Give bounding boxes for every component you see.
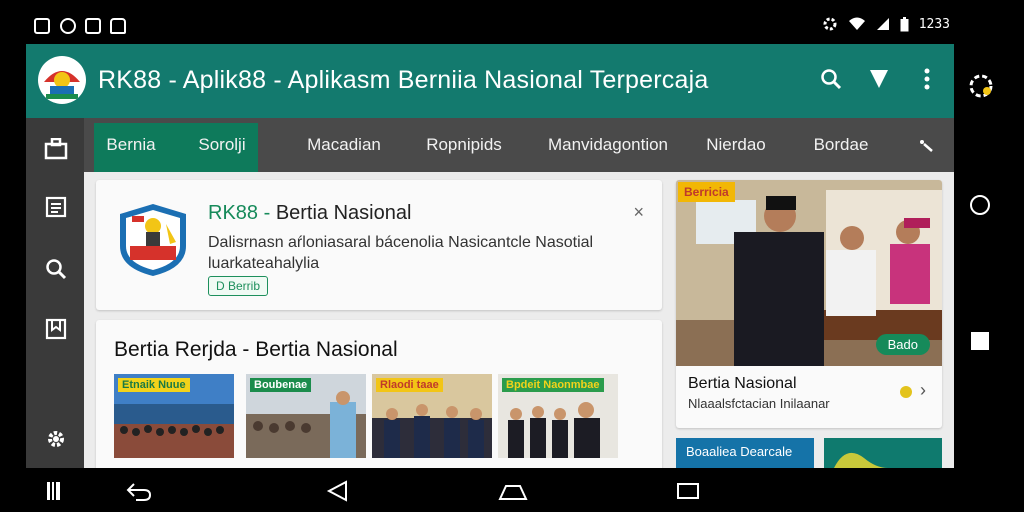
section-card: Bertia Rerjda - Bertia Nasional Etnaik N…: [96, 320, 662, 468]
gear-icon[interactable]: [43, 426, 69, 452]
notice-description: Dalisrnasn aŕloniasaral bácenolia Nasica…: [208, 234, 594, 272]
tab-bar: Bernia Sorolji Macadian Ropnipids Manvid…: [84, 118, 954, 172]
thumbnail-label: Boubenae: [250, 378, 312, 392]
notice-title-rest: Bertia Nasional: [275, 202, 412, 224]
notice-title: RK88 - Bertia Nasional: [208, 202, 411, 225]
app-logo[interactable]: [38, 56, 86, 104]
app-actions: [818, 66, 940, 92]
close-icon[interactable]: ×: [633, 202, 644, 223]
bottom-card-art: [834, 452, 888, 468]
chevron-right-icon[interactable]: ›: [920, 380, 926, 401]
briefcase-icon[interactable]: [43, 136, 69, 162]
recents-square-icon[interactable]: [969, 330, 991, 352]
tab-sorolji[interactable]: Sorolji: [182, 118, 262, 172]
tab-bordae[interactable]: Bordae: [796, 118, 886, 172]
feature-title: Bertia Nasional: [688, 375, 797, 392]
news-thumbnail[interactable]: Boubenae: [246, 374, 366, 458]
settings-icon: [60, 18, 76, 34]
logo-emblem: [39, 57, 85, 103]
image-icon: [85, 18, 101, 34]
feature-subtitle: Nlaaalsfctacian Inilaanar: [688, 396, 830, 411]
system-bottom-nav: [0, 468, 1024, 512]
section-title: Bertia Rerjda - Bertia Nasional: [114, 338, 398, 361]
app-window: RK88 - Aplik88 - Aplikasm Berniia Nasion…: [26, 44, 954, 468]
system-right-column: [954, 44, 1024, 468]
notice-card[interactable]: RK88 - Bertia Nasional Dalisrnasn aŕloni…: [96, 180, 662, 310]
back-triangle-icon[interactable]: [326, 480, 350, 502]
tab-bernia[interactable]: Bernia: [94, 118, 168, 172]
tab-ropnipids[interactable]: Ropnipids: [404, 118, 524, 172]
news-thumbnail[interactable]: Bpdeit Naonmbae: [498, 374, 618, 458]
tab-overflow-icon[interactable]: [918, 136, 936, 159]
notice-title-accent: RK88 -: [208, 202, 271, 224]
bottom-card[interactable]: [824, 438, 942, 468]
list-icon[interactable]: [43, 194, 69, 220]
app-bar: RK88 - Aplik88 - Aplikasm Berniia Nasion…: [26, 44, 954, 118]
bookmark-icon[interactable]: [43, 316, 69, 342]
thumbnail-label: Rlaodi taae: [376, 378, 443, 392]
return-icon[interactable]: [126, 480, 152, 502]
notice-badge[interactable]: D Berrib: [208, 276, 269, 296]
tab-manvidagontion[interactable]: Manvidagontion: [532, 118, 684, 172]
signal-icon: [876, 18, 889, 30]
status-bar: 1233: [0, 0, 1024, 44]
wifi-icon: [848, 17, 865, 30]
mail-icon: [110, 18, 126, 34]
notice-logo: [116, 202, 190, 278]
more-vertical-icon[interactable]: [914, 66, 940, 92]
news-thumbnail[interactable]: Rlaodi taae: [372, 374, 492, 458]
bottom-card[interactable]: Boaaliea Dearcale: [676, 438, 814, 468]
news-thumbnail[interactable]: Etnaik Nuue: [114, 374, 234, 458]
nav-rail: [26, 118, 84, 468]
filter-icon[interactable]: [866, 66, 892, 92]
chrome-icon[interactable]: [969, 74, 993, 98]
status-dot-icon: [900, 386, 912, 398]
thumbnail-label: Etnaik Nuue: [118, 378, 190, 392]
feature-image: Berricia Bado: [676, 180, 942, 366]
barcode-icon[interactable]: [46, 480, 70, 502]
status-right: 1233: [822, 16, 950, 32]
gallery-icon: [34, 18, 50, 34]
feature-tag: Berricia: [678, 182, 735, 202]
battery-icon: [900, 16, 909, 31]
home-icon[interactable]: [498, 480, 528, 502]
app-title: RK88 - Aplik88 - Aplikasm Berniia Nasion…: [98, 66, 709, 94]
recents-icon[interactable]: [676, 480, 700, 502]
feature-card[interactable]: Berricia Bado Bertia Nasional Nlaaalsfct…: [676, 180, 942, 428]
gear-icon: [823, 17, 837, 31]
bottom-card-label: Boaaliea Dearcale: [686, 444, 793, 459]
status-time: 1233: [918, 16, 950, 32]
tab-macadian[interactable]: Macadian: [284, 118, 404, 172]
tab-nierdao[interactable]: Nierdao: [690, 118, 782, 172]
home-circle-icon[interactable]: [969, 194, 991, 216]
search-icon[interactable]: [43, 256, 69, 282]
search-icon[interactable]: [818, 66, 844, 92]
feature-badge[interactable]: Bado: [875, 334, 930, 355]
thumbnail-label: Bpdeit Naonmbae: [502, 378, 604, 392]
